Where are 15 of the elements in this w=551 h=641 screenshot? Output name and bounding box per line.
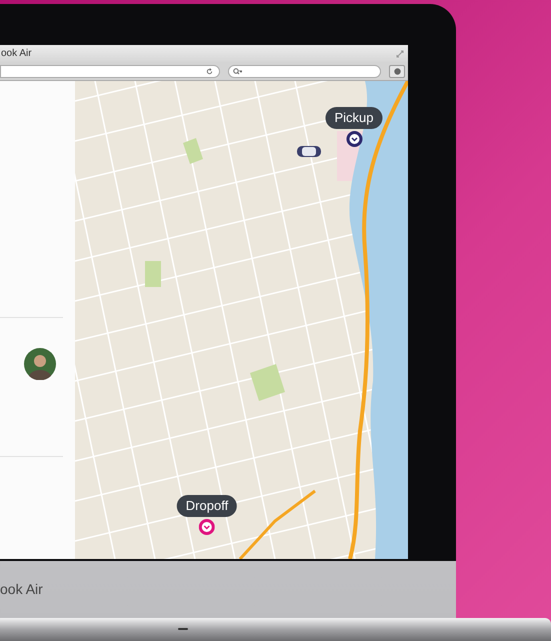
marker-label: Dropoff bbox=[176, 495, 238, 517]
marker-label: Pickup bbox=[325, 107, 383, 129]
park-area bbox=[183, 138, 203, 164]
avatar bbox=[24, 348, 56, 380]
reload-icon[interactable] bbox=[206, 68, 213, 74]
search-icon bbox=[233, 68, 242, 74]
search-field[interactable] bbox=[228, 64, 381, 78]
laptop-label: ook Air bbox=[0, 580, 43, 599]
address-field[interactable] bbox=[0, 64, 220, 78]
circle-icon bbox=[394, 68, 400, 74]
pin-icon[interactable] bbox=[346, 131, 362, 147]
window-title: ook Air bbox=[1, 47, 32, 61]
download-button[interactable] bbox=[389, 64, 405, 78]
park-area bbox=[250, 364, 285, 401]
park-area bbox=[145, 261, 161, 287]
